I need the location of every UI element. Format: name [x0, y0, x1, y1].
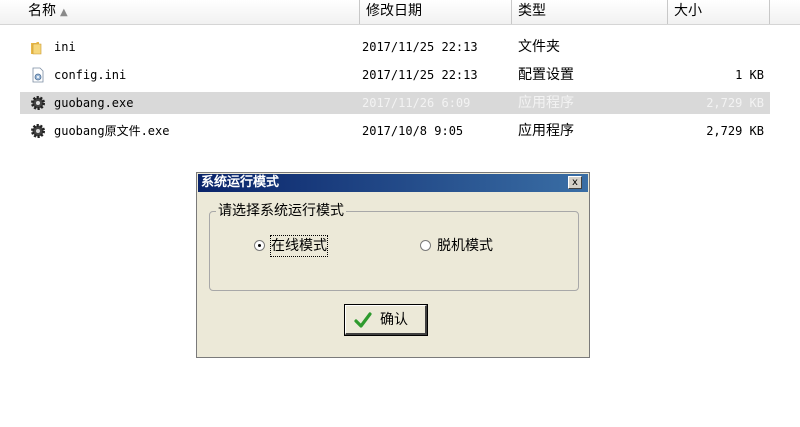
file-type: 应用程序 [518, 95, 574, 111]
file-date: 2017/11/25 22:13 [362, 40, 478, 54]
offline-mode-label: 脱机模式 [437, 238, 493, 254]
dialog-titlebar[interactable]: 系统运行模式 x [198, 174, 588, 192]
file-date: 2017/11/26 6:09 [362, 96, 471, 110]
ini-file-icon [32, 67, 44, 83]
file-name: config.ini [54, 68, 127, 82]
confirm-button[interactable]: 确认 [344, 304, 428, 336]
mode-groupbox: 请选择系统运行模式 在线模式 脱机模式 [209, 202, 579, 291]
file-type: 配置设置 [518, 67, 574, 83]
column-header-bar: 名称 ▲ 修改日期 类型 大小 [0, 0, 800, 25]
column-header-date-label: 修改日期 [366, 3, 422, 19]
exe-gear-icon [31, 96, 45, 110]
close-icon: x [572, 177, 578, 188]
column-header-type[interactable]: 类型 [512, 0, 668, 24]
folder-icon [31, 42, 42, 55]
group-label: 请选择系统运行模式 [216, 202, 346, 220]
dialog-title: 系统运行模式 [201, 175, 280, 190]
file-name: ini [54, 40, 76, 54]
file-row-guobang-exe[interactable]: guobang.exe 2017/11/26 6:09 应用程序 2,729 K… [20, 92, 770, 114]
online-mode-label: 在线模式 [270, 235, 328, 257]
confirm-button-label: 确认 [380, 312, 408, 328]
offline-mode-radio[interactable]: 脱机模式 [420, 236, 540, 256]
column-header-name-label: 名称 [28, 3, 56, 19]
run-mode-dialog: 系统运行模式 x 请选择系统运行模式 在线模式 脱机模式 确认 [196, 172, 590, 358]
column-header-date[interactable]: 修改日期 [360, 0, 512, 24]
header-spacer [0, 0, 22, 24]
file-date: 2017/11/25 22:13 [362, 68, 478, 82]
file-name: guobang.exe [54, 96, 134, 110]
radio-unchecked-icon [420, 240, 431, 251]
close-button[interactable]: x [568, 176, 582, 189]
file-size: 2,729 KB [706, 96, 764, 110]
file-size: 1 KB [735, 68, 764, 82]
online-mode-radio[interactable]: 在线模式 [254, 235, 374, 257]
checkmark-icon [354, 312, 372, 328]
column-header-name[interactable]: 名称 ▲ [22, 0, 360, 24]
exe-gear-icon [31, 124, 45, 138]
file-date: 2017/10/8 9:05 [362, 124, 464, 138]
file-size: 2,729 KB [706, 124, 764, 138]
file-type: 应用程序 [518, 123, 574, 139]
file-row-config-ini[interactable]: config.ini 2017/11/25 22:13 配置设置 1 KB [20, 64, 770, 86]
column-header-size-label: 大小 [674, 3, 702, 19]
sort-ascending-icon: ▲ [60, 7, 68, 18]
file-name: guobang原文件.exe [54, 124, 170, 138]
column-header-type-label: 类型 [518, 3, 546, 19]
radio-checked-icon [254, 240, 265, 251]
column-header-size[interactable]: 大小 [668, 0, 770, 24]
file-type: 文件夹 [518, 39, 560, 55]
file-row-ini-folder[interactable]: ini 2017/11/25 22:13 文件夹 [20, 36, 770, 58]
file-row-guobang-original-exe[interactable]: guobang原文件.exe 2017/10/8 9:05 应用程序 2,729… [20, 120, 770, 142]
